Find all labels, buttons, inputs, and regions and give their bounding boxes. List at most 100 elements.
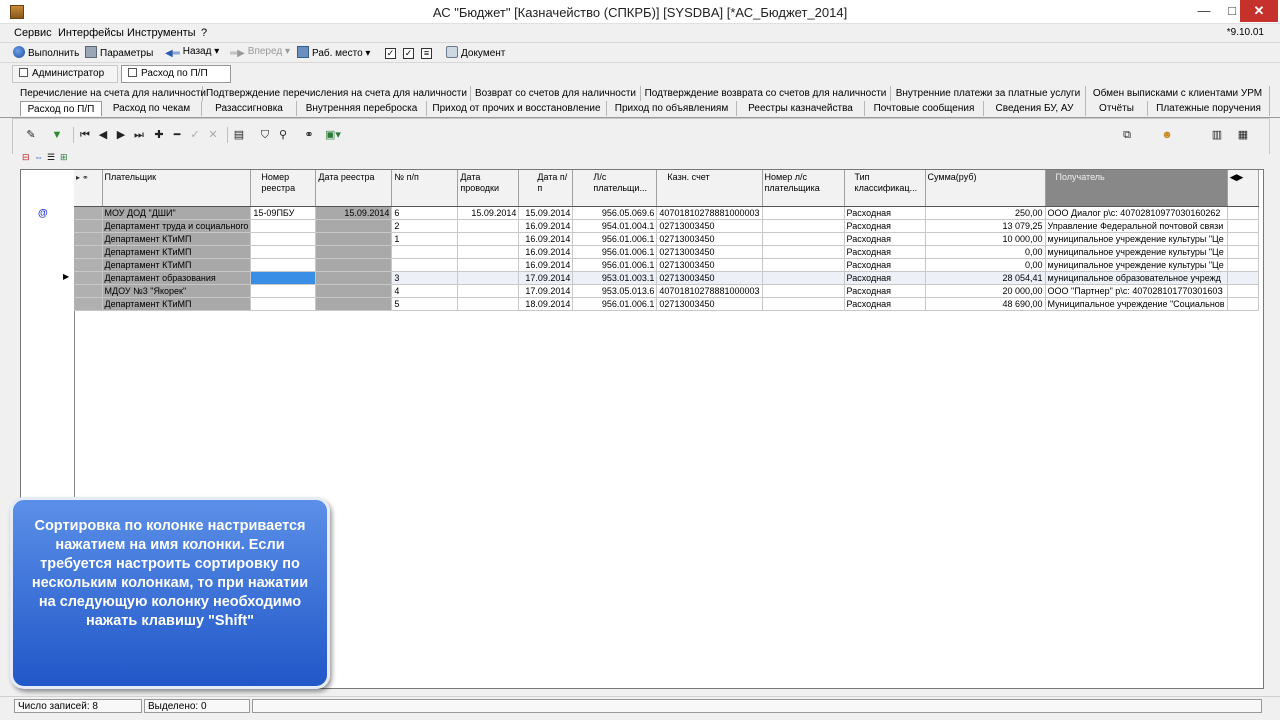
table-cell[interactable]: 13 079,25 [925, 219, 1046, 233]
column-header[interactable]: Дата проводки [457, 170, 520, 207]
table-cell[interactable]: Департамент КТиМП [102, 258, 252, 272]
column-header[interactable]: Номер реестра [250, 170, 317, 207]
column-header[interactable]: Получатель [1045, 170, 1228, 207]
table-row[interactable]: Департамент труда и социального 2 16.09.20… [74, 219, 1259, 233]
tab-payment-orders[interactable]: Платежные поручения [1148, 101, 1270, 116]
cancel-icon[interactable]: ✕ [205, 128, 221, 142]
column-header[interactable]: Дата п/п [518, 170, 574, 207]
column-header[interactable]: Тип классификац... [844, 170, 926, 207]
table-cell[interactable]: 28 054,41 [925, 271, 1046, 285]
table-cell[interactable]: 2 [391, 219, 459, 233]
first-record-icon[interactable]: ⏮ [77, 128, 93, 142]
menu-service[interactable]: Сервис [14, 27, 52, 39]
table-cell[interactable]: Расходная [844, 219, 926, 233]
table-cell[interactable]: 02713003450 [656, 271, 763, 285]
copy-icon[interactable]: ⧉ [1119, 128, 1135, 142]
table-cell[interactable]: Расходная [844, 284, 926, 298]
table-cell[interactable]: 15.09.2014 [315, 206, 393, 220]
table-cell[interactable]: Департамент труда и социального [102, 219, 252, 233]
table-cell[interactable] [315, 219, 393, 233]
table-cell[interactable]: 956.05.069.6 [572, 206, 658, 220]
tab-cash-return-confirm[interactable]: Подтверждение возврата со счетов для нал… [641, 86, 891, 101]
table-cell[interactable] [250, 232, 317, 246]
table-cell[interactable] [762, 206, 845, 220]
table-cell[interactable] [762, 297, 845, 311]
table-cell[interactable]: 6 [391, 206, 459, 220]
table-cell[interactable]: 956.01.006.1 [572, 258, 658, 272]
table-cell[interactable] [762, 271, 845, 285]
table-cell[interactable]: 5 [391, 297, 459, 311]
doc-tab-admin[interactable]: Администратор [12, 65, 118, 83]
print-icon[interactable]: ▤ [231, 128, 247, 142]
table-cell[interactable]: 954.01.004.1 [572, 219, 658, 233]
column-header[interactable]: Номер л/с плательщика [762, 170, 845, 207]
tab-expense-cheques[interactable]: Расход по чекам [102, 101, 202, 116]
delete-record-icon[interactable]: ━ [169, 128, 185, 142]
table-cell[interactable]: 16.09.2014 [518, 219, 574, 233]
table-cell[interactable]: МДОУ №3 "Якорек" [102, 284, 252, 298]
prev-record-icon[interactable]: ◀ [95, 128, 111, 142]
menu-interfaces[interactable]: Интерфейсы [58, 27, 124, 39]
edit-icon[interactable]: ✎ [23, 128, 39, 142]
back-button[interactable]: ◀═ Назад ▾ [165, 46, 219, 60]
tab-reports[interactable]: Отчёты [1086, 101, 1148, 116]
tab-cash-transfer-confirm[interactable]: Подтверждение перечисления на счета для … [203, 86, 471, 101]
table-cell[interactable] [250, 284, 317, 298]
table-cell[interactable]: 0,00 [925, 245, 1046, 259]
collapse-icon[interactable]: ⊟ [22, 152, 30, 163]
table-cell[interactable] [315, 284, 393, 298]
next-record-icon[interactable]: ▶ [113, 128, 129, 142]
table-cell[interactable]: 250,00 [925, 206, 1046, 220]
table-cell[interactable] [315, 232, 393, 246]
table-cell[interactable] [315, 297, 393, 311]
tab-income-announcements[interactable]: Приход по объявлениям [607, 101, 737, 116]
menu-help[interactable]: ? [201, 27, 207, 39]
table-row[interactable]: МОУ ДОД "ДШИ" 15-09ПБУ 15.09.2014 6 15.09.20… [74, 206, 1259, 220]
table-cell[interactable]: 953.01.003.1 [572, 271, 658, 285]
table-cell[interactable]: муниципальное учреждение культуры "Це [1045, 258, 1228, 272]
table-cell[interactable]: Муниципальное учреждение "Социальнов [1045, 297, 1228, 311]
last-record-icon[interactable]: ⏭ [131, 128, 147, 142]
link-icon[interactable]: ⚭ [301, 128, 317, 142]
tab-statement-exchange[interactable]: Обмен выписками с клиентами УРМ [1086, 86, 1270, 101]
table-cell[interactable]: 20 000,00 [925, 284, 1046, 298]
table-cell[interactable]: Департамент КТиМП [102, 232, 252, 246]
check-button-2[interactable]: ✓ [403, 46, 417, 59]
table-cell[interactable]: 17.09.2014 [518, 284, 574, 298]
check-button-1[interactable]: ✓ [385, 46, 399, 59]
minimize-button[interactable]: — [1190, 0, 1218, 22]
table-cell[interactable] [315, 271, 393, 285]
menu-tools[interactable]: Инструменты [127, 27, 196, 39]
list-icon[interactable]: ☰ [47, 152, 55, 163]
table-cell[interactable] [457, 219, 520, 233]
tab-postal-messages[interactable]: Почтовые сообщения [865, 101, 984, 116]
table-cell[interactable]: 15.09.2014 [518, 206, 574, 220]
scroll-left-icon[interactable]: ◀ [1230, 172, 1237, 182]
table-cell[interactable]: 956.01.006.1 [572, 245, 658, 259]
table-cell[interactable] [762, 245, 845, 259]
table-cell[interactable]: Департамент образования [102, 271, 252, 285]
tab-bu-au-info[interactable]: Сведения БУ, АУ [984, 101, 1086, 116]
tab-deallocation[interactable]: Разассигновка [202, 101, 297, 116]
binoculars-icon[interactable]: ⚲ [275, 128, 291, 142]
column-header[interactable]: № п/п [391, 170, 459, 207]
table-row[interactable]: Департамент КТиМП 5 18.09.2014 956.01.006.1… [74, 297, 1259, 311]
table-cell[interactable]: 40701810278881000003 [656, 284, 763, 298]
table-cell[interactable]: Расходная [844, 297, 926, 311]
table-cell[interactable]: Департамент КТиМП [102, 245, 252, 259]
scroll-right-icon[interactable]: ▶ [1237, 172, 1244, 182]
expand-icon[interactable]: ⇔ [34, 152, 43, 162]
table-cell[interactable] [250, 258, 317, 272]
tab-cash-transfer[interactable]: Перечисление на счета для наличности [20, 86, 206, 101]
table-cell[interactable]: МОУ ДОД "ДШИ" [102, 206, 252, 220]
table-cell[interactable]: 40701810278881000003 [656, 206, 763, 220]
column-header[interactable]: Л/с плательщи... [572, 170, 658, 207]
table-cell[interactable]: 0,00 [925, 258, 1046, 272]
table-cell[interactable]: Расходная [844, 206, 926, 220]
table-cell[interactable]: 16.09.2014 [518, 245, 574, 259]
table-cell[interactable]: 956.01.006.1 [572, 232, 658, 246]
check-button-3[interactable]: ≡ [421, 46, 435, 59]
table-cell[interactable]: 1 [391, 232, 459, 246]
table-cell[interactable]: 48 690,00 [925, 297, 1046, 311]
table-cell[interactable]: 3 [391, 271, 459, 285]
